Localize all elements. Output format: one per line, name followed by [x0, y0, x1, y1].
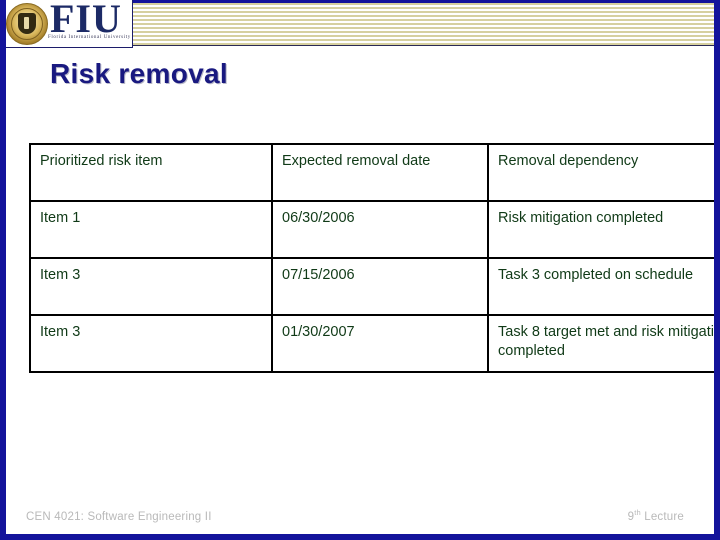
table-row: Item 3 01/30/2007 Task 8 target met and … [29, 314, 714, 373]
page-title: Risk removal [50, 58, 228, 89]
fiu-seal-icon [6, 3, 48, 45]
header-stripe-pattern [130, 3, 714, 46]
fiu-logo-text: FIU [50, 0, 122, 41]
table-row: Item 1 06/30/2006 Risk mitigation comple… [29, 200, 714, 259]
cell-risk-item: Item 1 [29, 200, 273, 259]
cell-removal-date: 07/15/2006 [271, 257, 489, 316]
column-header-removal-dependency: Removal dependency [487, 143, 714, 202]
fiu-logo-subtitle: Florida International University [48, 35, 131, 40]
table-header-row: Prioritized risk item Expected removal d… [29, 143, 714, 202]
cell-removal-date: 01/30/2007 [271, 314, 489, 373]
cell-removal-dependency: Task 3 completed on schedule [487, 257, 714, 316]
fiu-logo-block: FIU Florida International University [6, 0, 133, 48]
cell-removal-dependency: Task 8 target met and risk mitigation co… [487, 314, 714, 373]
cell-risk-item: Item 3 [29, 257, 273, 316]
slide-canvas: FIU Florida International University Ris… [0, 0, 720, 540]
footer-course-label: CEN 4021: Software Engineering II [26, 511, 212, 523]
seal-shield-icon [18, 13, 36, 34]
column-header-prioritized-risk-item: Prioritized risk item [29, 143, 273, 202]
column-header-expected-removal-date: Expected removal date [271, 143, 489, 202]
table-row: Item 3 07/15/2006 Task 3 completed on sc… [29, 257, 714, 316]
cell-removal-date: 06/30/2006 [271, 200, 489, 259]
footer-lecture-word: Lecture [640, 511, 684, 523]
slide-header-band: FIU Florida International University [6, 0, 714, 48]
cell-risk-item: Item 3 [29, 314, 273, 373]
footer-lecture-ordinal: th [634, 508, 641, 518]
footer-lecture-label: 9th Lecture [628, 508, 684, 523]
risk-removal-table: Prioritized risk item Expected removal d… [29, 143, 714, 373]
cell-removal-dependency: Risk mitigation completed [487, 200, 714, 259]
